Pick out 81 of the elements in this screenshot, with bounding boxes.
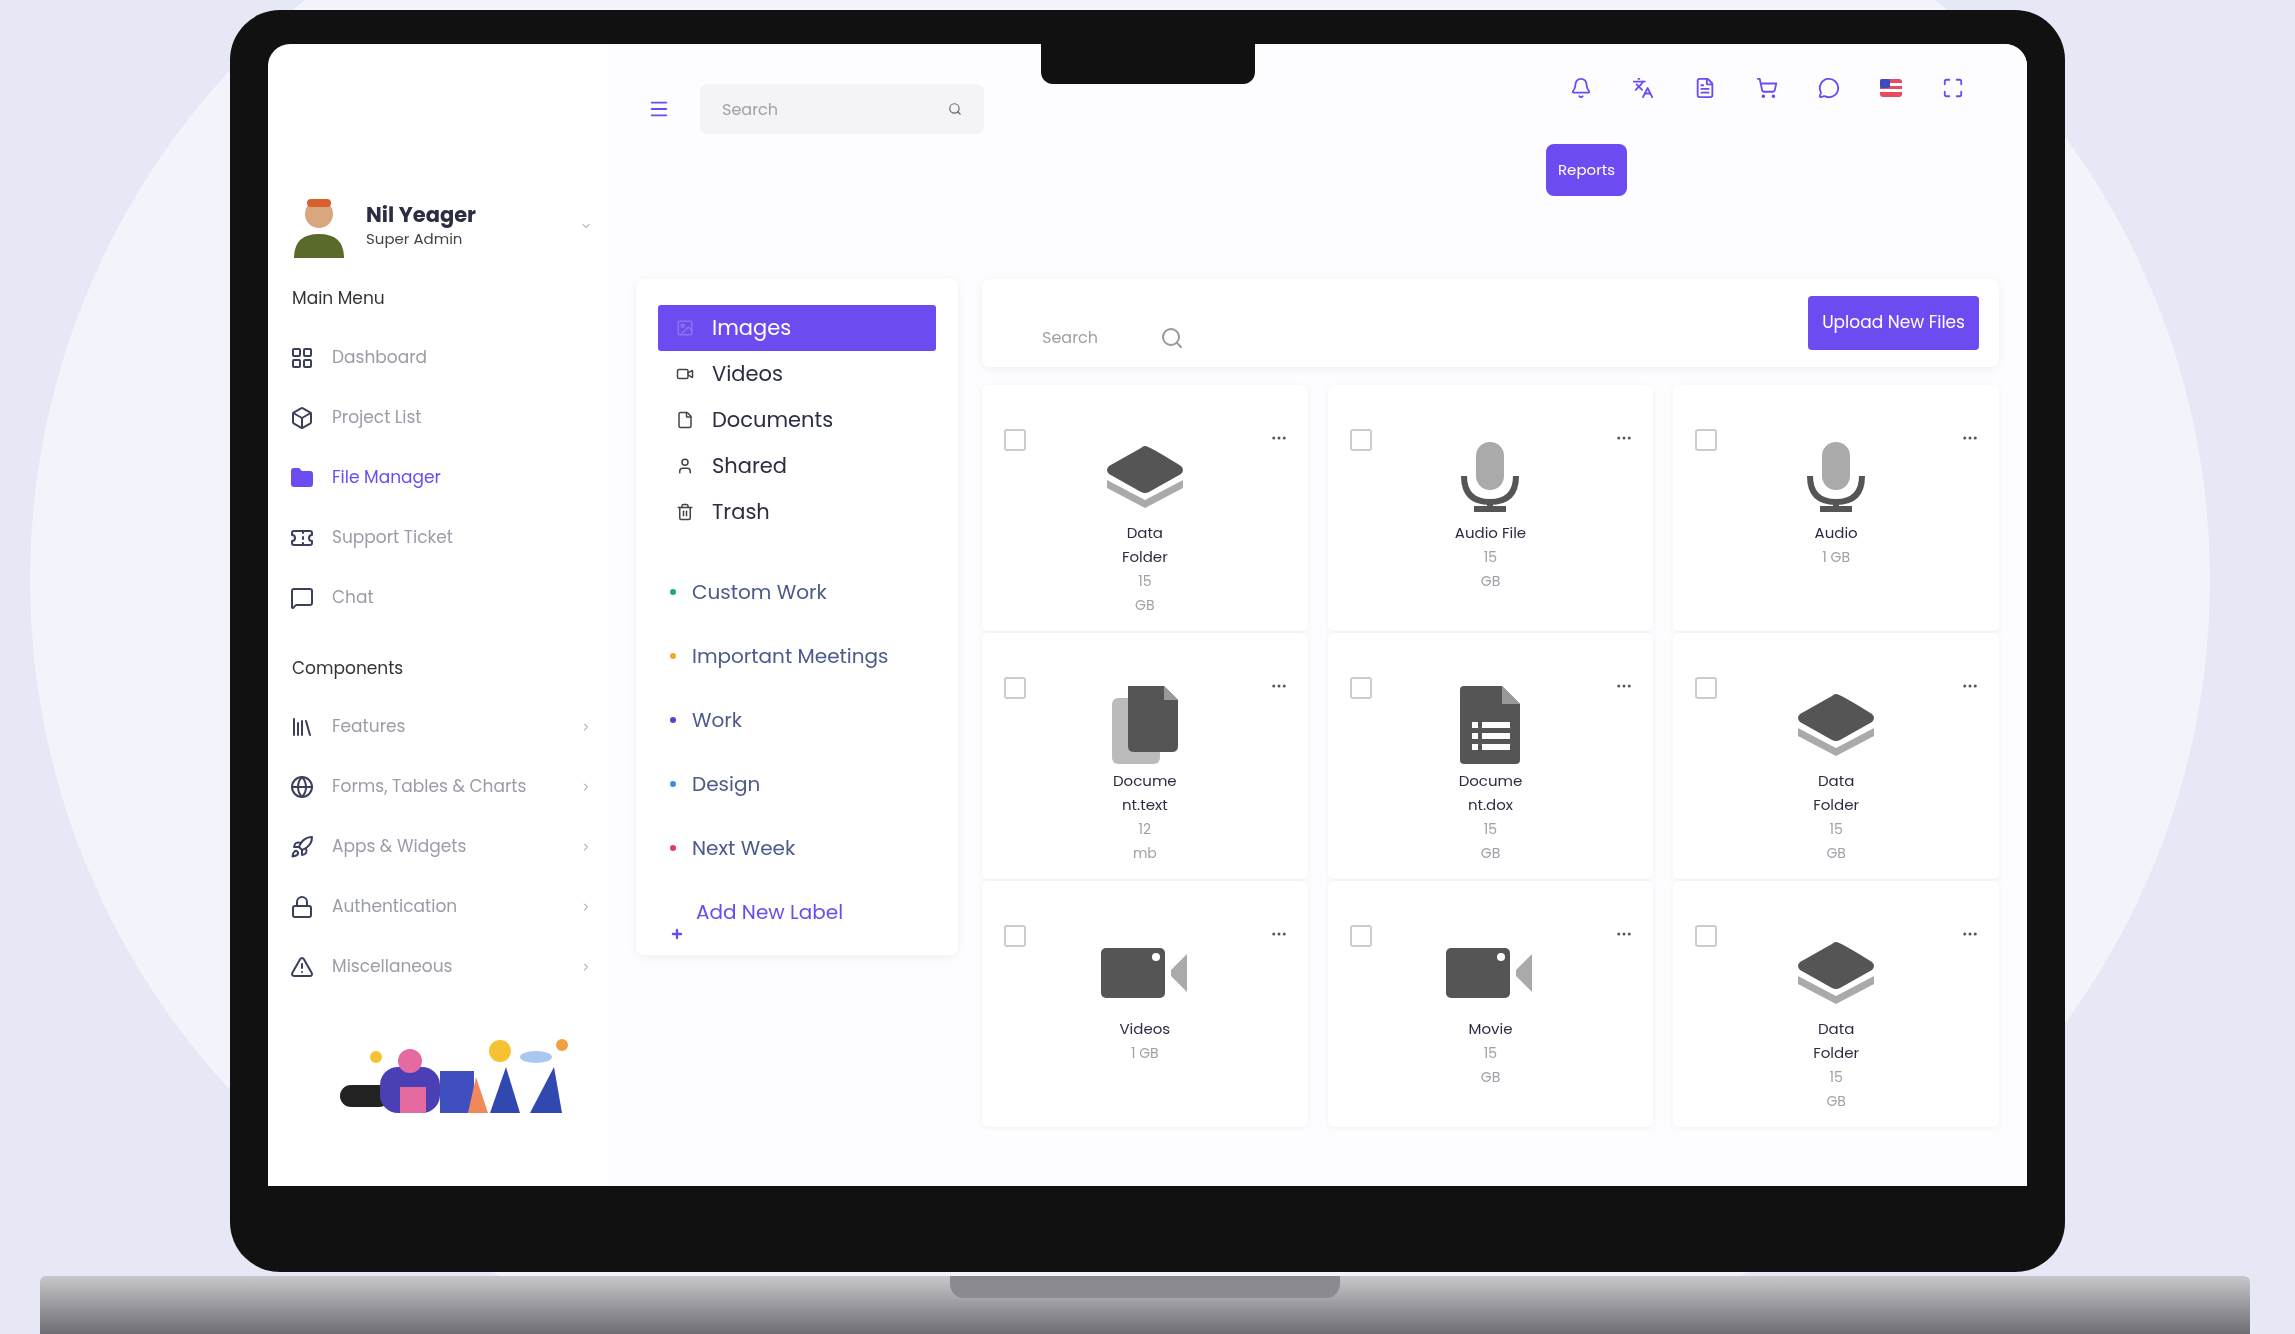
- warning-icon: [290, 955, 314, 979]
- label-link[interactable]: Custom Work: [692, 577, 827, 607]
- file-card[interactable]: Document.text 12 mb: [982, 633, 1308, 879]
- file-name: Videos: [1118, 1017, 1172, 1041]
- trash-icon: [676, 503, 694, 521]
- file-name: Document.text: [1112, 769, 1178, 817]
- file-card[interactable]: Data Folder 15 GB: [982, 385, 1308, 631]
- file-name: Document.dox: [1457, 769, 1524, 817]
- fullscreen-icon[interactable]: [1942, 77, 1964, 99]
- checkbox[interactable]: [1695, 925, 1718, 947]
- section-heading: Main Menu: [291, 286, 386, 312]
- file-nav-item[interactable]: Images: [658, 305, 936, 351]
- file-nav-item[interactable]: Documents: [658, 397, 936, 443]
- file-size: 12 mb: [1131, 818, 1158, 865]
- globe-icon: [290, 775, 314, 799]
- upload-button[interactable]: Upload New Files: [1808, 296, 1979, 350]
- file-nav-item[interactable]: Shared: [658, 443, 936, 489]
- file-name: Audio File: [1454, 521, 1527, 545]
- file-name: Data Folder: [1812, 1017, 1861, 1065]
- search-icon[interactable]: [1160, 326, 1184, 350]
- checkbox[interactable]: [1349, 925, 1372, 947]
- books-icon: [290, 715, 314, 739]
- search-icon[interactable]: [948, 102, 962, 116]
- cart-icon[interactable]: [1756, 77, 1778, 99]
- file-card[interactable]: Data Folder 15 GB: [1673, 633, 1999, 879]
- file-size: 15 GB: [1825, 818, 1847, 865]
- reports-button[interactable]: Reports: [1546, 144, 1628, 196]
- translate-icon[interactable]: [1632, 77, 1654, 99]
- message-icon: [290, 585, 314, 610]
- label-link[interactable]: Work: [692, 705, 743, 735]
- add-label-link[interactable]: Add New Label: [696, 897, 844, 927]
- file-name: Movie: [1467, 1017, 1514, 1041]
- file-size: 15 GB: [1479, 1042, 1502, 1089]
- file-nav-item[interactable]: Trash: [658, 489, 936, 535]
- file-size: 15 GB: [1134, 570, 1156, 617]
- cube-icon: [290, 405, 314, 430]
- search-field[interactable]: Search: [700, 84, 984, 134]
- checkbox[interactable]: [1349, 677, 1372, 699]
- checkbox[interactable]: [1695, 677, 1718, 699]
- file-size: 1 GB: [1822, 546, 1851, 569]
- user-role: Super Admin: [366, 227, 463, 251]
- file-card[interactable]: Document.dox 15 GB: [1327, 633, 1654, 879]
- label-link[interactable]: Important Meetings: [692, 641, 889, 671]
- checkbox[interactable]: [1349, 429, 1372, 451]
- files-icon: [1109, 684, 1180, 766]
- file-icon: [676, 411, 694, 429]
- checkbox[interactable]: [1004, 677, 1026, 699]
- document-icon: [1458, 684, 1523, 766]
- file-name: Data Folder: [1120, 521, 1169, 569]
- file-size: 15 GB: [1479, 818, 1502, 865]
- lock-icon: [290, 895, 314, 919]
- checkbox[interactable]: [1004, 925, 1026, 947]
- file-nav-item[interactable]: Videos: [658, 351, 936, 397]
- file-size: 1 GB: [1130, 1042, 1159, 1065]
- file-size: 15 GB: [1479, 546, 1502, 593]
- file-name: Audio: [1813, 521, 1859, 545]
- bell-icon[interactable]: [1570, 77, 1592, 99]
- document-icon[interactable]: [1694, 77, 1716, 99]
- plus-icon[interactable]: [670, 927, 684, 941]
- section-heading: Components: [291, 655, 405, 681]
- file-card[interactable]: Movie 15 GB: [1327, 881, 1654, 1127]
- file-card[interactable]: Audio File 15 GB: [1327, 385, 1654, 631]
- files-search-field[interactable]: Search: [1042, 326, 1142, 350]
- file-card[interactable]: Audio 1 GB: [1673, 385, 1999, 631]
- image-icon: [676, 319, 694, 337]
- user-name: Nil Yeager: [366, 201, 477, 228]
- grid-icon: [290, 345, 314, 370]
- flag-icon[interactable]: [1880, 79, 1902, 97]
- file-card[interactable]: Videos 1 GB: [982, 881, 1308, 1127]
- chat-icon[interactable]: [1818, 77, 1840, 99]
- file-card[interactable]: Data Folder 15 GB: [1673, 881, 1999, 1127]
- sidebar-item[interactable]: File Manager: [290, 447, 592, 508]
- label-link[interactable]: Next Week: [692, 833, 796, 863]
- user-icon: [676, 457, 694, 475]
- checkbox[interactable]: [1695, 429, 1718, 451]
- file-size: 15 GB: [1825, 1066, 1847, 1113]
- rocket-icon: [290, 835, 314, 859]
- folder-icon: [290, 465, 314, 490]
- checkbox[interactable]: [1004, 429, 1026, 451]
- label-link[interactable]: Design: [692, 769, 761, 799]
- file-name: Data Folder: [1812, 769, 1861, 817]
